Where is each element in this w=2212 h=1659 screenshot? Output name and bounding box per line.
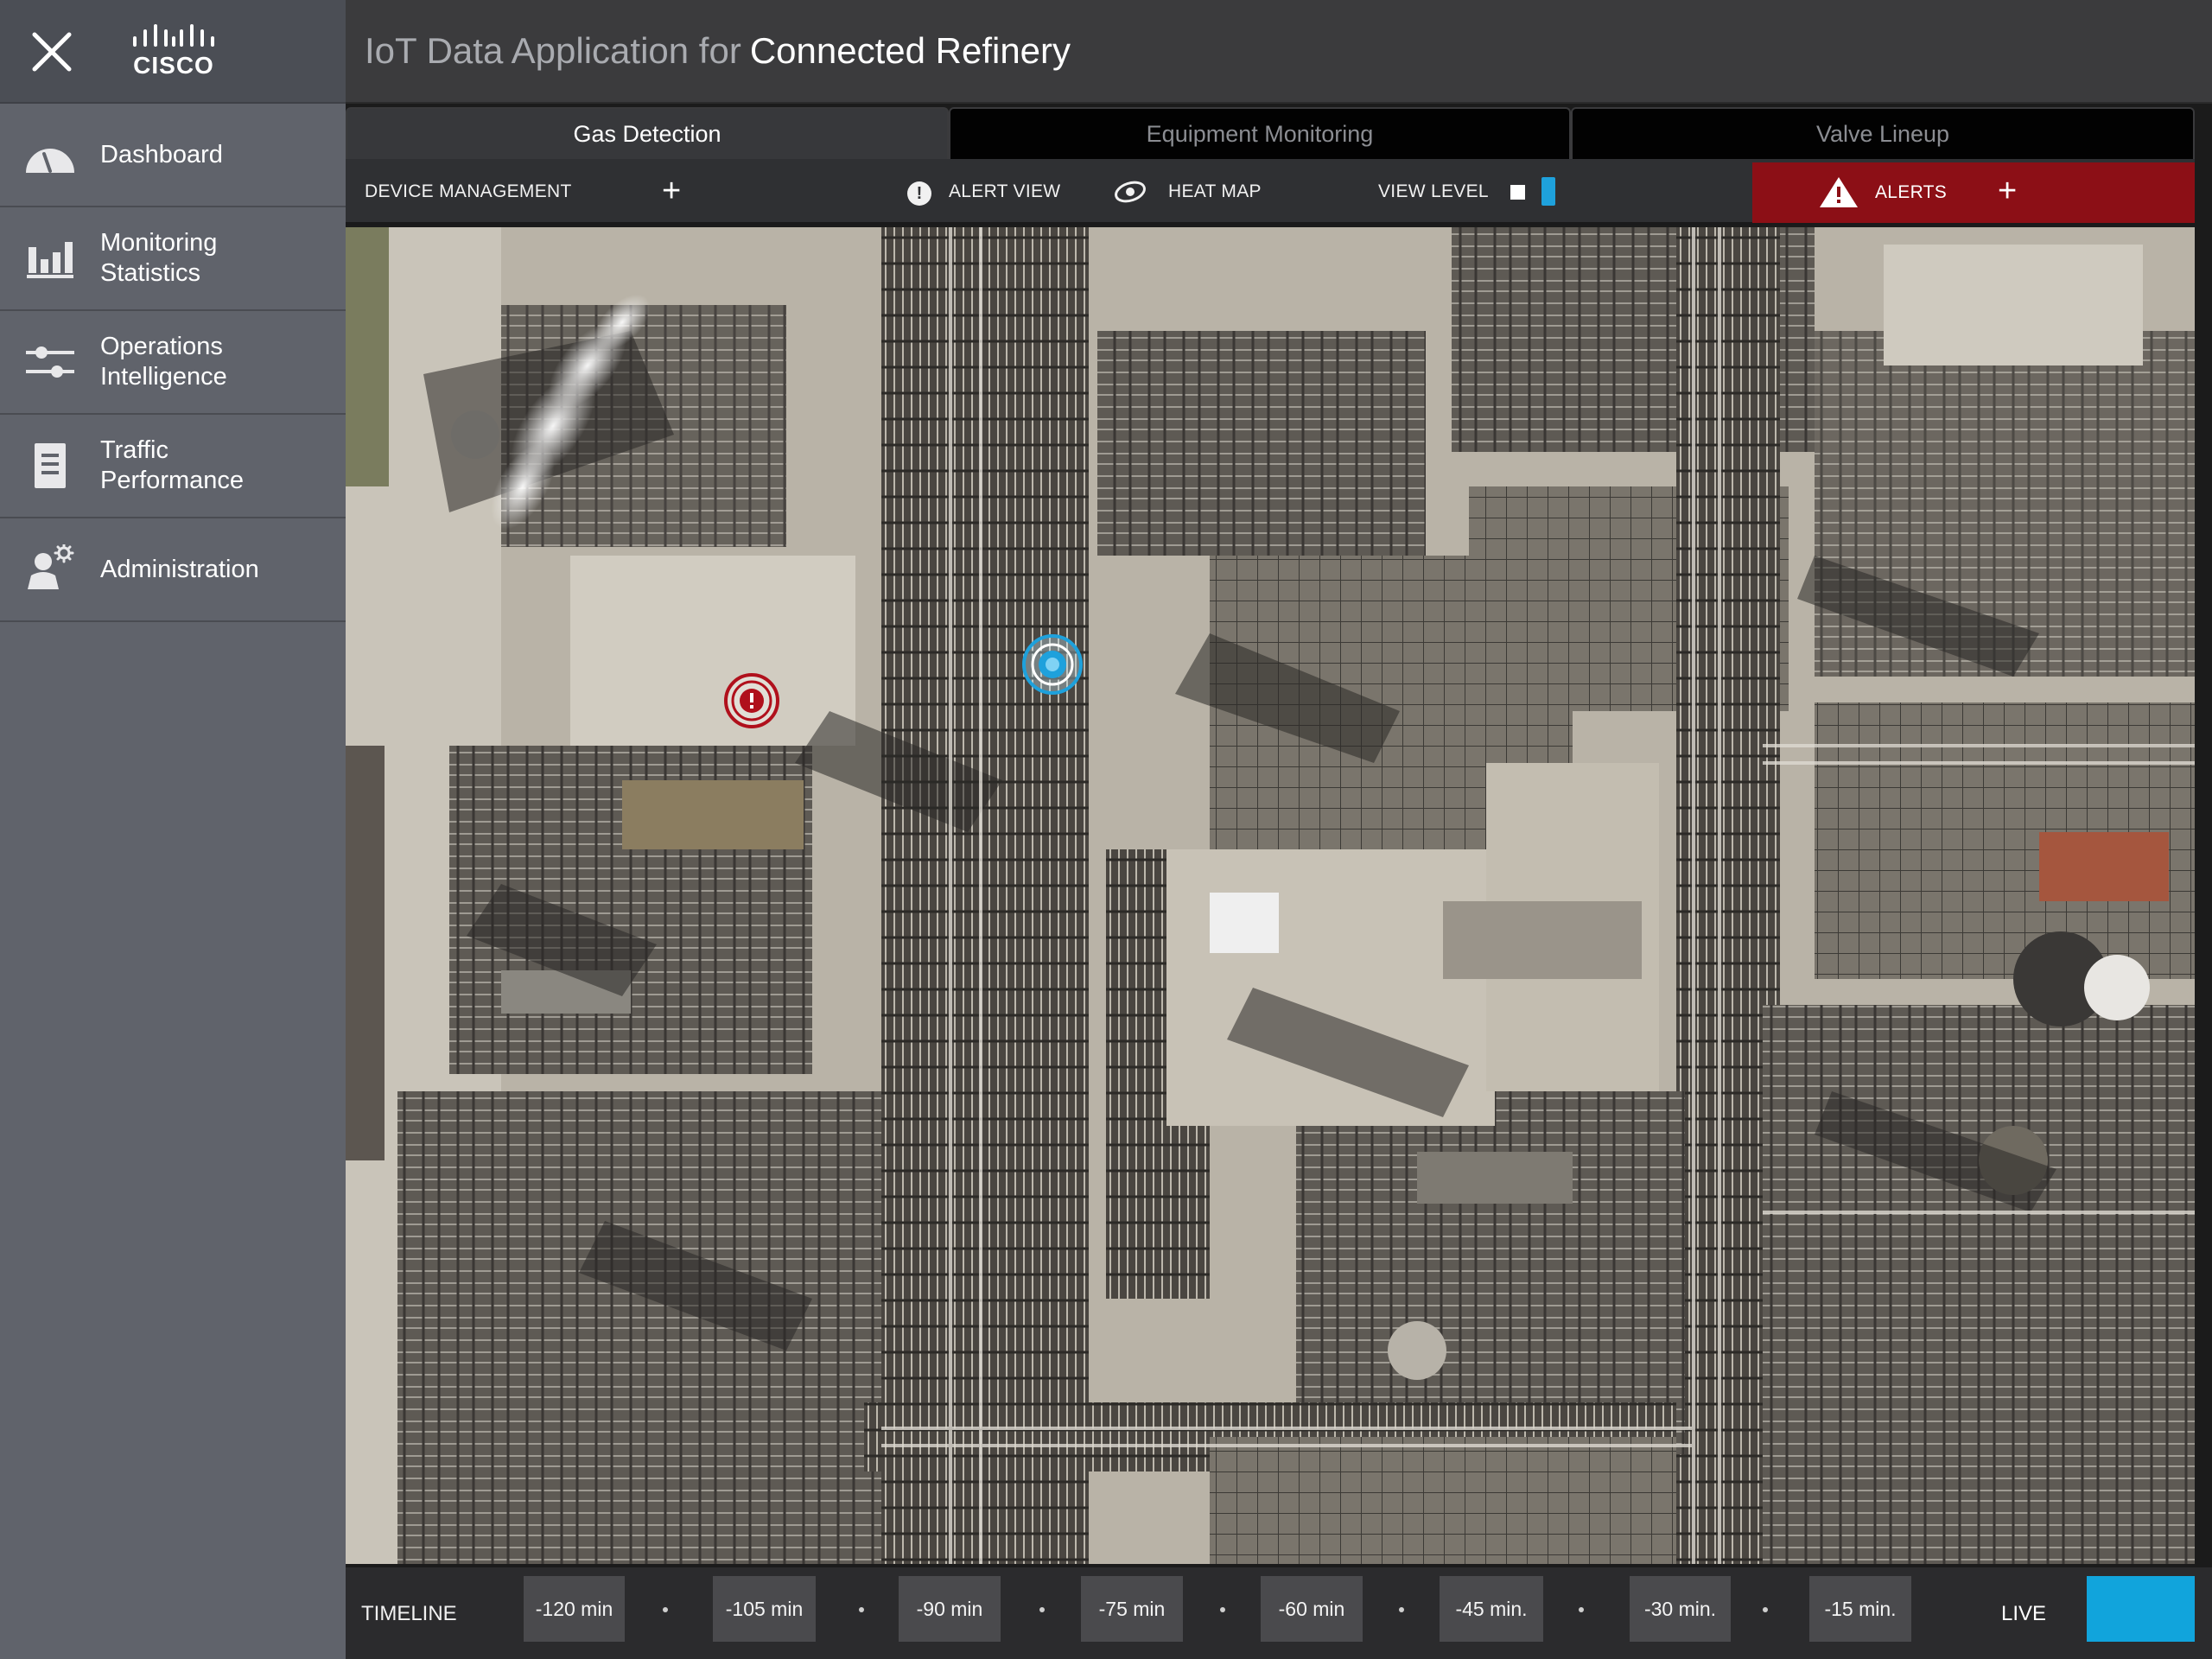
- sidebar-item-administration[interactable]: Administration: [0, 518, 346, 622]
- gas-alert-marker[interactable]: [723, 672, 780, 729]
- aerial-refinery-image: [346, 227, 2195, 1564]
- timeline-slot[interactable]: -90 min: [899, 1576, 1001, 1642]
- timeline-slot[interactable]: -105 min: [713, 1576, 816, 1642]
- document-icon: [35, 443, 66, 488]
- sidebar-item-label: Traffic Performance: [100, 436, 245, 494]
- view-level-label: VIEW LEVEL: [1378, 181, 1489, 201]
- tab-gas-detection[interactable]: Gas Detection: [346, 107, 949, 159]
- logo-text: CISCO: [133, 52, 214, 79]
- timeline-slot[interactable]: -15 min.: [1809, 1576, 1911, 1642]
- warning-icon: [1820, 177, 1858, 207]
- user-gear-icon: [28, 544, 74, 589]
- sidebar-item-label: Operations Intelligence: [100, 333, 227, 391]
- timeline-tick: [859, 1607, 864, 1612]
- timeline-live-label: LIVE: [2001, 1602, 2047, 1625]
- alert-view-button[interactable]: ALERT VIEW: [949, 181, 1060, 202]
- timeline-tick: [1579, 1607, 1584, 1612]
- sensor-target-icon: [1022, 634, 1083, 695]
- timeline-tick: [663, 1607, 668, 1612]
- device-management-add-button[interactable]: +: [662, 175, 681, 207]
- sidebar-item-monitoring-statistics[interactable]: Monitoring Statistics: [0, 207, 346, 311]
- view-level-low-toggle[interactable]: [1510, 185, 1525, 200]
- sidebar-item-dashboard[interactable]: Dashboard: [0, 104, 346, 207]
- page-title: Connected Refinery: [749, 30, 1071, 71]
- close-button[interactable]: [22, 22, 81, 81]
- timeline-tick: [1039, 1607, 1045, 1612]
- alerts-add-button[interactable]: +: [1998, 175, 2017, 207]
- close-icon: [32, 32, 72, 72]
- sidebar: CISCO Dashboard Monitoring Statistics Op…: [0, 0, 346, 1659]
- alerts-button[interactable]: ALERTS +: [1752, 162, 2195, 223]
- sidebar-item-traffic-performance[interactable]: Traffic Performance: [0, 415, 346, 518]
- sidebar-item-label: Monitoring Statistics: [100, 229, 218, 287]
- bar-chart-icon: [27, 242, 73, 278]
- gauge-icon: [26, 149, 74, 173]
- timeline-slot[interactable]: -30 min.: [1630, 1576, 1731, 1642]
- timeline-bar: TIMELINE -120 min -105 min -90 min -75 m…: [346, 1567, 2212, 1659]
- timeline-tick: [1399, 1607, 1404, 1612]
- view-level-high-toggle[interactable]: [1541, 177, 1555, 206]
- sensor-marker[interactable]: [1021, 633, 1084, 696]
- timeline-slot[interactable]: -45 min.: [1440, 1576, 1543, 1642]
- timeline-slot[interactable]: -60 min: [1261, 1576, 1363, 1642]
- sidebar-item-operations-intelligence[interactable]: Operations Intelligence: [0, 311, 346, 415]
- refinery-map[interactable]: [346, 227, 2195, 1564]
- timeline-tick: [1220, 1607, 1225, 1612]
- tab-equipment-monitoring[interactable]: Equipment Monitoring: [949, 107, 1571, 159]
- heat-map-eye-icon[interactable]: [1113, 178, 1147, 206]
- cisco-bars-icon: [133, 24, 214, 47]
- tab-valve-lineup[interactable]: Valve Lineup: [1571, 107, 2195, 159]
- sidebar-header: CISCO: [0, 0, 346, 104]
- alerts-label: ALERTS: [1875, 182, 1948, 202]
- tab-bar: Gas Detection Equipment Monitoring Valve…: [346, 107, 2195, 159]
- app-header: IoT Data Application for Connected Refin…: [346, 0, 2212, 104]
- alert-target-icon: [724, 673, 779, 728]
- cisco-logo: CISCO: [128, 22, 219, 79]
- title-prefix: IoT Data Application for: [365, 30, 741, 71]
- live-button[interactable]: [2087, 1576, 2195, 1642]
- sidebar-item-label: Dashboard: [100, 140, 223, 168]
- sliders-icon: [26, 346, 74, 378]
- map-toolbar: DEVICE MANAGEMENT + ! ALERT VIEW HEAT MA…: [346, 159, 2195, 225]
- sidebar-item-label: Administration: [100, 555, 259, 583]
- timeline-tick: [1763, 1607, 1768, 1612]
- heat-map-button[interactable]: HEAT MAP: [1168, 181, 1262, 202]
- timeline-label: TIMELINE: [361, 1602, 457, 1625]
- alert-view-icon[interactable]: !: [907, 181, 931, 206]
- device-management-label: DEVICE MANAGEMENT: [365, 181, 572, 201]
- timeline-slot[interactable]: -120 min: [524, 1576, 625, 1642]
- timeline-slot[interactable]: -75 min: [1081, 1576, 1183, 1642]
